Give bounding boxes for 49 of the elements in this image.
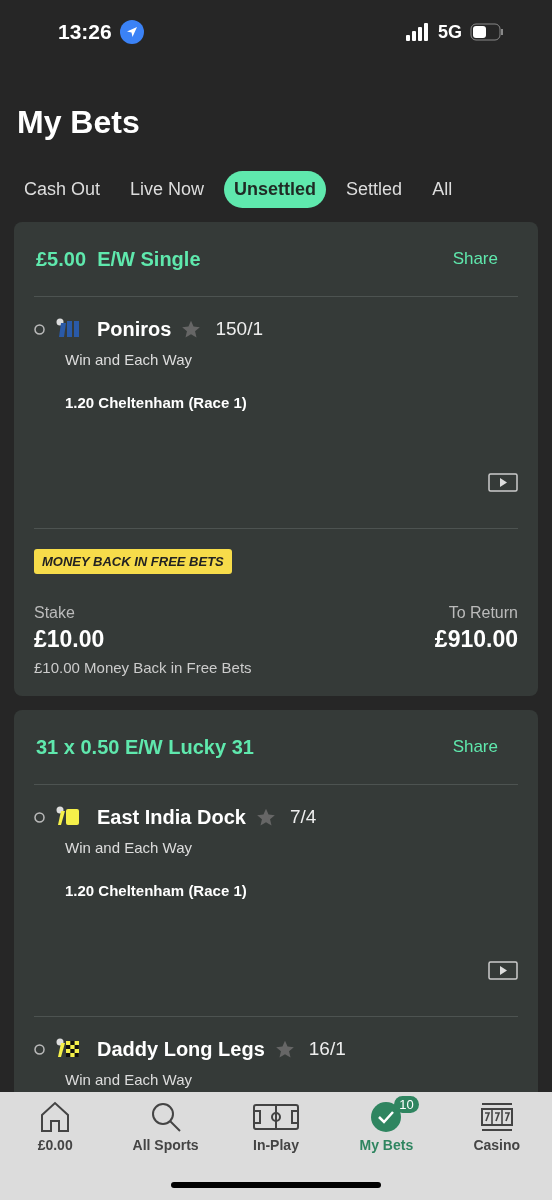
status-circle-icon (34, 323, 45, 335)
filter-tab[interactable]: Unsettled (224, 171, 327, 208)
odds: 7/4 (289, 806, 317, 828)
event-label: 1.20 Cheltenham (Race 1) (65, 394, 248, 411)
slot-machine-icon (479, 1101, 514, 1133)
filter-tab[interactable]: Live Now (120, 171, 215, 208)
battery-icon (470, 23, 504, 41)
market-label: Win and Each Way (65, 1071, 193, 1088)
filter-tab[interactable]: All (422, 171, 463, 208)
nav-tab[interactable]: In-Play (225, 1100, 326, 1154)
star-icon[interactable] (274, 1039, 295, 1059)
signal-icon (406, 23, 430, 41)
return-label: To Return (448, 604, 518, 622)
runner-name: Poniros (97, 317, 172, 341)
status-circle-icon (34, 1043, 45, 1055)
market-label: Win and Each Way (65, 839, 193, 856)
stake-note: £10.00 Money Back in Free Bets (34, 659, 252, 676)
pitch-icon (252, 1101, 299, 1133)
count-badge: 10 (394, 1096, 419, 1113)
filter-tab[interactable]: Settled (336, 171, 413, 208)
share-link[interactable]: Share (452, 249, 498, 269)
search-icon (149, 1101, 182, 1133)
market-label: Win and Each Way (65, 351, 193, 368)
bet-title: 31 x 0.50 E/W Lucky 31 (35, 735, 254, 759)
runner-name: Daddy Long Legs (97, 1037, 265, 1061)
status-time: 13:26 (58, 20, 112, 44)
play-video-icon[interactable] (488, 961, 518, 980)
nav-tab[interactable]: All Sports (115, 1100, 216, 1154)
filter-tab[interactable]: Cash Out (14, 171, 111, 208)
bet-title: £5.00 E/W Single (35, 247, 201, 271)
status-circle-icon (34, 811, 45, 823)
network-label: 5G (438, 21, 462, 43)
stake-amount: £10.00 (34, 626, 105, 653)
odds: 16/1 (308, 1038, 346, 1060)
play-video-icon[interactable] (488, 473, 518, 492)
event-label: 1.20 Cheltenham (Race 1) (65, 882, 248, 899)
promo-tag: MONEY BACK IN FREE BETS (34, 549, 232, 574)
stake-label: Stake (34, 604, 75, 622)
page-title: My Bets (17, 104, 141, 141)
star-icon[interactable] (255, 807, 276, 827)
nav-tab[interactable]: Casino (446, 1100, 547, 1154)
location-icon (119, 20, 144, 44)
star-icon[interactable] (181, 319, 202, 339)
share-link[interactable]: Share (452, 737, 498, 757)
odds: 150/1 (215, 318, 263, 340)
nav-tab[interactable]: £0.00 (5, 1100, 106, 1154)
home-icon (40, 1101, 71, 1133)
return-amount: £910.00 (434, 626, 518, 653)
runner-name: East India Dock (97, 805, 246, 829)
